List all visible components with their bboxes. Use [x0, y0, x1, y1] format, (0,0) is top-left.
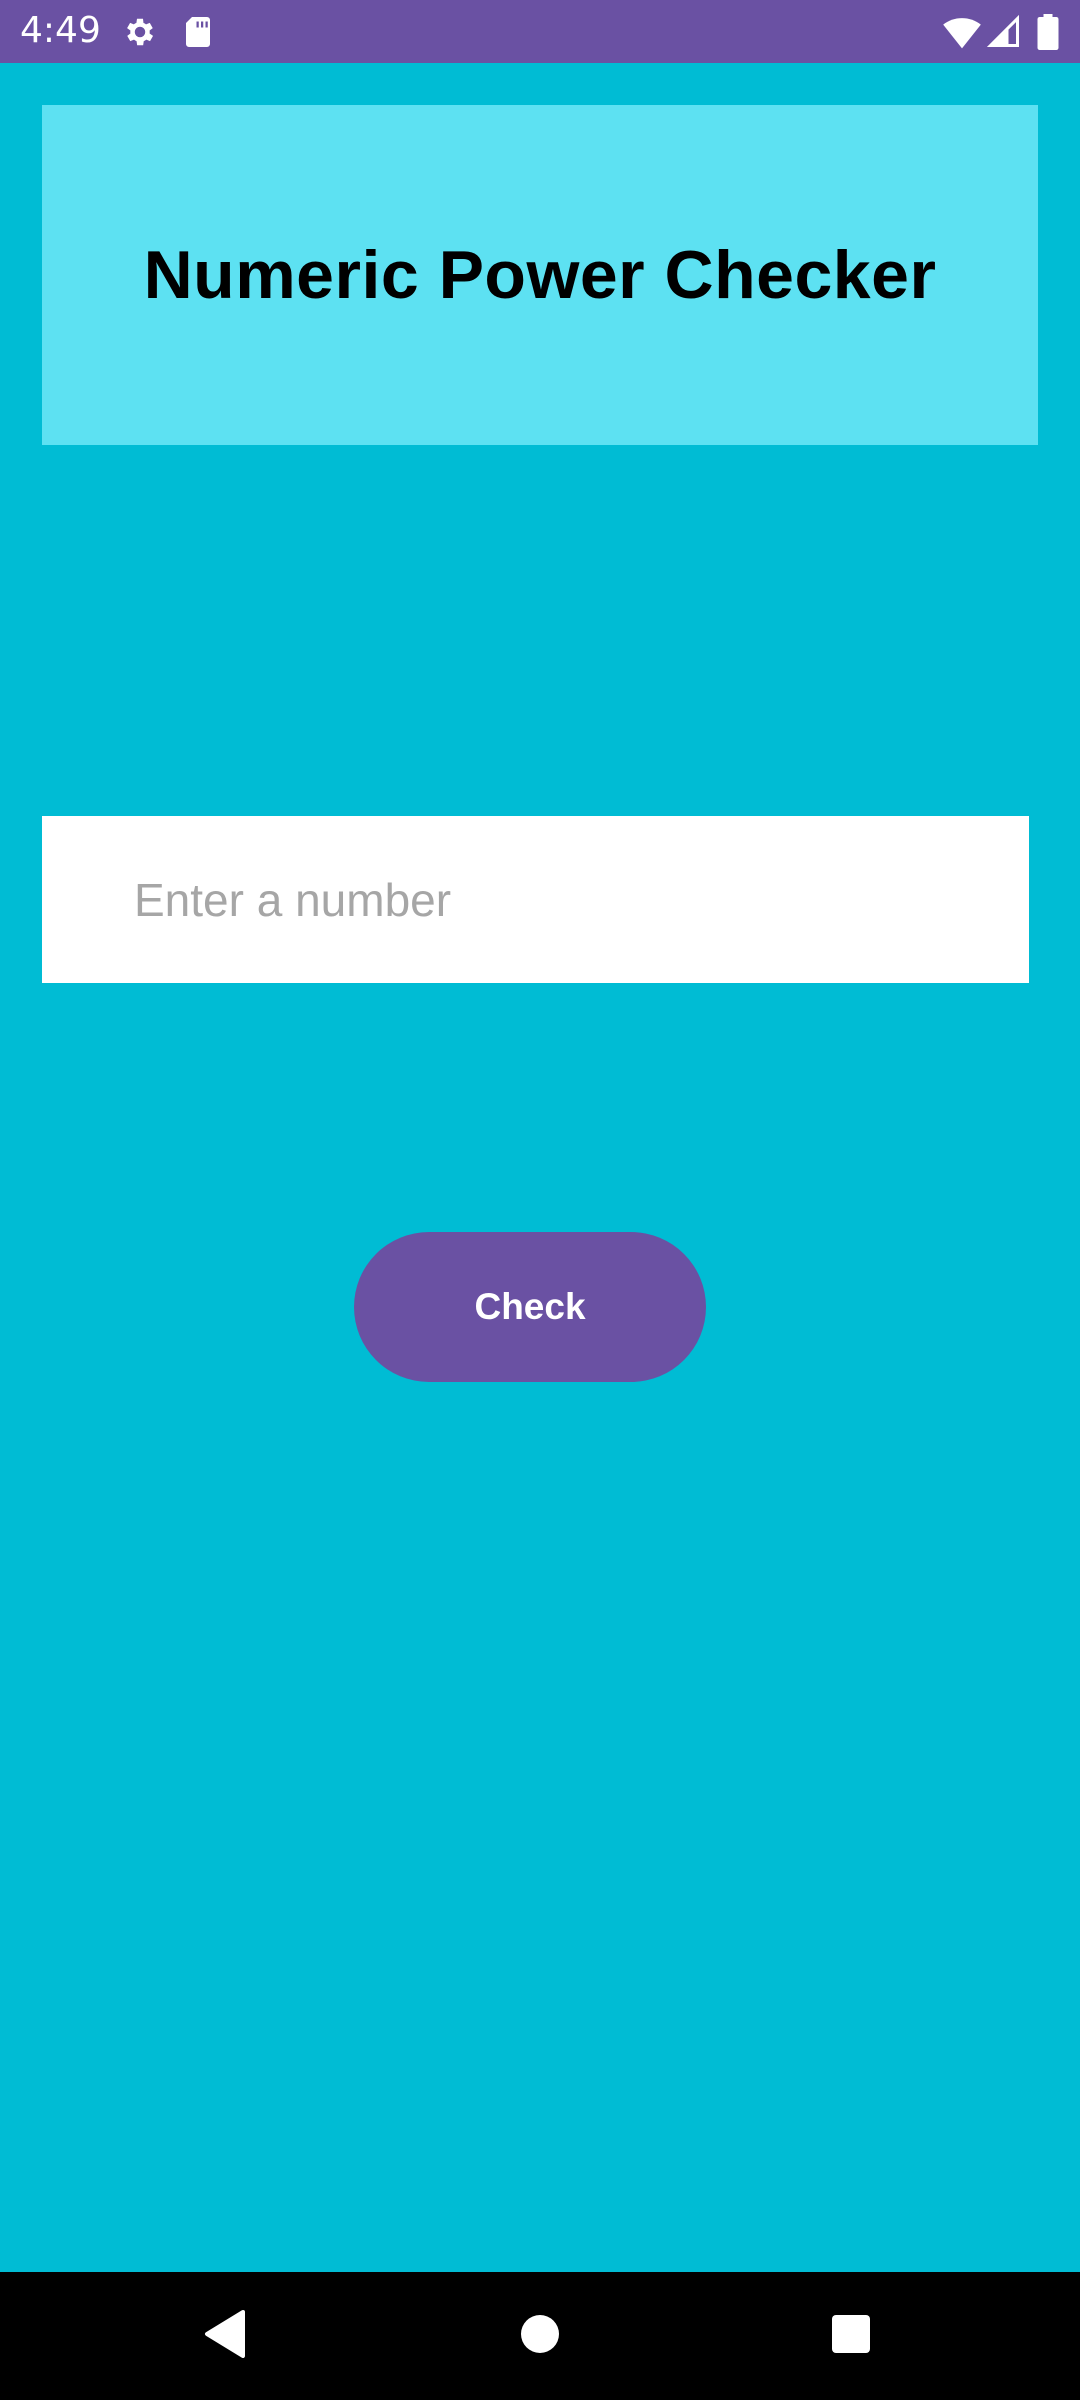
home-button[interactable] — [470, 2272, 610, 2400]
recents-icon — [831, 2314, 871, 2359]
number-input[interactable] — [42, 816, 1029, 983]
gear-icon — [122, 14, 158, 50]
sd-card-icon — [180, 14, 216, 50]
battery-icon — [1036, 14, 1060, 50]
back-icon — [203, 2309, 247, 2363]
header-box: Numeric Power Checker — [42, 105, 1038, 445]
cell-signal-icon — [986, 14, 1022, 50]
check-button[interactable]: Check — [354, 1232, 706, 1382]
status-time: 4:49 — [20, 10, 101, 51]
number-input-container — [42, 816, 1029, 983]
back-button[interactable] — [155, 2272, 295, 2400]
page-title: Numeric Power Checker — [143, 237, 937, 313]
status-bar: 4:49 — [0, 0, 1080, 63]
recents-button[interactable] — [781, 2272, 921, 2400]
wifi-icon — [942, 14, 982, 50]
home-icon — [520, 2314, 560, 2359]
navigation-bar — [0, 2272, 1080, 2400]
